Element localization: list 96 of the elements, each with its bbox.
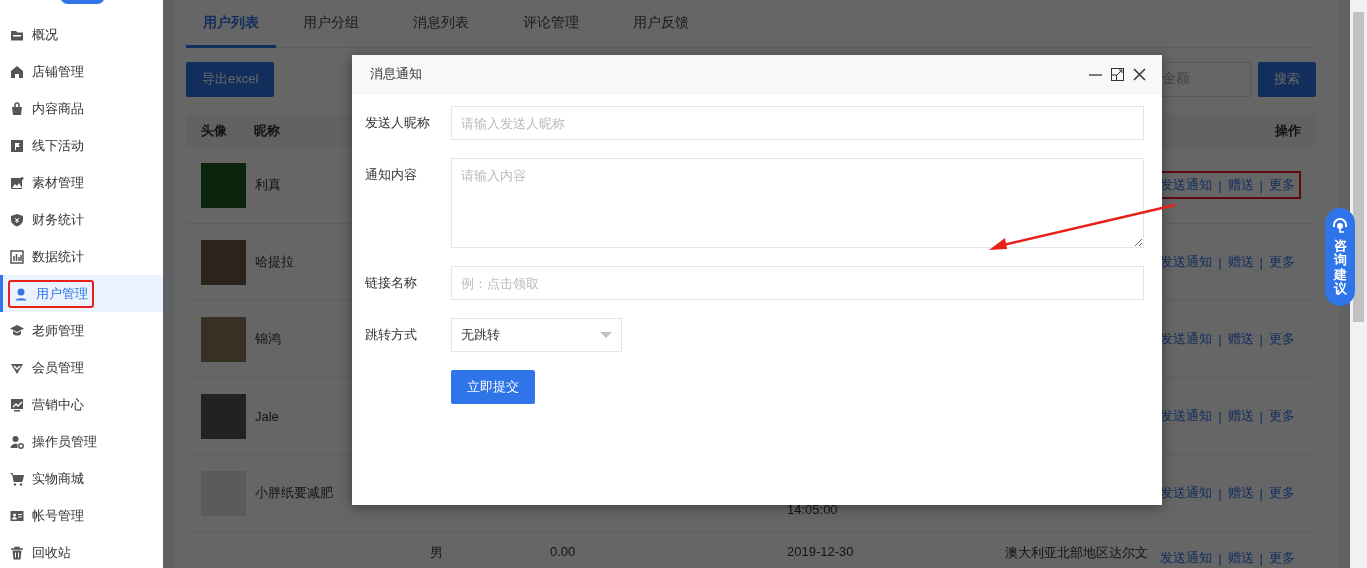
separator: | [1259,331,1263,347]
sidebar-item[interactable]: 素材管理 [0,164,163,201]
action-link[interactable]: 赠送 [1227,176,1254,194]
separator: | [1218,331,1222,347]
separator: | [1259,485,1263,501]
action-link[interactable]: 更多 [1269,253,1295,271]
select-dropdown[interactable]: 无跳转 [451,318,622,352]
house-icon [10,64,24,79]
sidebar-item[interactable]: 帐号管理 [0,497,163,534]
sidebar-item[interactable]: 店铺管理 [0,53,163,90]
separator: | [1218,408,1222,424]
search-button[interactable]: 搜索 [1258,61,1316,97]
action-link[interactable]: 更多 [1269,549,1295,567]
action-link[interactable]: 赠送 [1227,330,1254,348]
tab[interactable]: 用户列表 [186,0,276,48]
scrollbar[interactable] [1350,0,1367,568]
line-chart-icon [10,397,24,412]
nickname-text: 锦鸿 [255,331,281,346]
field-label: 发送人昵称 [365,114,431,132]
nickname-text: 小胖纸要减肥 [255,485,333,500]
user-icon [14,286,28,301]
time-text: 14:05:00 [787,502,838,517]
image-icon [10,175,24,190]
action-link[interactable]: 赠送 [1227,549,1254,567]
sidebar-item[interactable]: 会员管理 [0,349,163,386]
amount-text: 0.00 [550,544,576,559]
action-link[interactable]: 赠送 [1227,407,1254,425]
action-link[interactable]: 赠送 [1227,484,1254,502]
maximize-icon[interactable] [1111,67,1124,81]
field-label: 链接名称 [365,274,418,292]
nickname-text: 哈提拉 [255,254,294,269]
sidebar-item[interactable]: 回收站 [0,534,163,568]
field-label: 通知内容 [365,166,418,184]
close-icon[interactable] [1133,67,1146,81]
date-text: 2019-12-30 [787,544,854,559]
tab[interactable]: 用户反馈 [606,0,716,48]
region-text: 澳大利亚北部地区达尔文 [1005,545,1149,560]
photo-placeholder [201,162,246,208]
flag-icon [10,138,24,153]
sidebar-item[interactable]: 实物商城 [0,460,163,497]
sidebar-item[interactable]: 数据统计 [0,238,163,275]
submit-button[interactable]: 立即提交 [451,370,535,404]
dialog-title: 消息通知 [370,65,423,83]
action-link[interactable]: 更多 [1269,176,1295,194]
user-gear-icon [10,434,24,449]
input-field[interactable]: 请输入发送人昵称 [451,106,1144,140]
action-link[interactable]: 发送通知 [1160,253,1213,271]
separator: | [1259,408,1263,424]
sidebar-item[interactable]: 操作员管理 [0,423,163,460]
field-label: 跳转方式 [365,326,418,344]
cart-icon [10,471,24,486]
sidebar-item[interactable]: 营销中心 [0,386,163,423]
sidebar-item[interactable]: 财务统计 [0,201,163,238]
bag-icon [10,101,24,116]
consult-button[interactable]: 咨询建议 [1325,208,1355,307]
action-link[interactable]: 发送通知 [1160,330,1213,348]
input-field[interactable]: 例：点击领取 [451,266,1144,300]
nickname-text: 利真 [255,177,281,192]
bar-chart-icon [10,249,24,264]
separator: | [1218,177,1222,193]
text-area[interactable]: 请输入内容 [451,158,1144,248]
separator: | [1259,254,1263,270]
tab[interactable]: 评论管理 [496,0,606,48]
action-link[interactable]: 发送通知 [1160,407,1213,425]
separator: | [1218,254,1222,270]
tab[interactable]: 用户分组 [276,0,386,48]
sidebar-item[interactable]: 内容商品 [0,90,163,127]
trash-icon [10,545,24,560]
gender-text: 男 [430,545,443,560]
action-link[interactable]: 发送通知 [1160,176,1213,194]
shield-icon [10,212,24,227]
separator: | [1259,550,1263,566]
sidebar-item[interactable]: 线下活动 [0,127,163,164]
separator: | [1259,177,1263,193]
nickname-text: Jale [255,408,279,424]
sidebar-item[interactable]: 用户管理 [0,275,163,312]
id-card-icon [10,508,24,523]
separator: | [1218,550,1222,566]
caret-icon [600,332,612,338]
sidebar-item[interactable]: 概况 [0,16,163,53]
action-link[interactable]: 更多 [1269,484,1295,502]
graduation-cap-icon [10,323,24,338]
export-button[interactable]: 导出excel [186,61,275,97]
headset-icon [1332,218,1348,233]
photo-placeholder [201,316,246,362]
tab[interactable]: 消息列表 [386,0,496,48]
highlight-frame: 用户管理 [8,279,94,308]
action-link[interactable]: 更多 [1269,330,1295,348]
action-link[interactable]: 赠送 [1227,253,1254,271]
separator: | [1218,485,1222,501]
photo-placeholder [201,393,246,439]
action-link[interactable]: 更多 [1269,407,1295,425]
action-link[interactable]: 发送通知 [1160,484,1213,502]
photo-placeholder [201,239,246,285]
sidebar-item[interactable]: 老师管理 [0,312,163,349]
action-link[interactable]: 发送通知 [1160,549,1213,567]
